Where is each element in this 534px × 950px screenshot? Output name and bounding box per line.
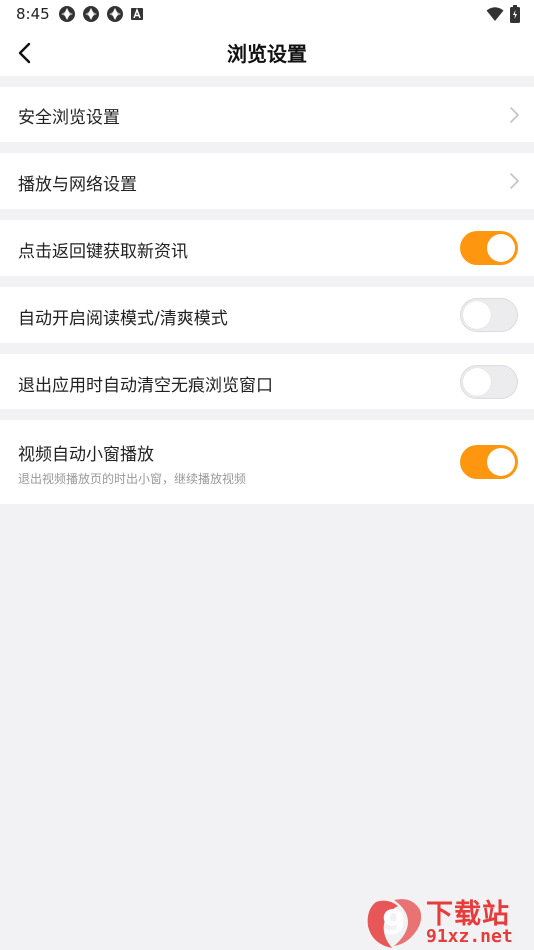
video-mini-window-label: 视频自动小窗播放 <box>18 445 154 465</box>
toggle-knob <box>487 234 515 262</box>
play-network-settings-row[interactable]: 播放与网络设置 <box>0 153 534 209</box>
back-key-news-label: 点击返回键获取新资讯 <box>18 242 188 262</box>
battery-icon <box>510 5 520 23</box>
clear-incognito-row: 退出应用时自动清空无痕浏览窗口 <box>0 354 534 409</box>
toggle-knob <box>463 368 491 396</box>
chevron-right-icon <box>510 173 519 189</box>
auto-reading-mode-label: 自动开启阅读模式/清爽模式 <box>18 309 228 329</box>
watermark-logo-icon: 9 <box>367 899 422 948</box>
chevron-right-icon <box>510 107 519 123</box>
back-key-news-row: 点击返回键获取新资讯 <box>0 220 534 276</box>
app-notification-icon <box>83 6 99 22</box>
watermark-logo: 9 下载站 91xz.net <box>364 892 534 950</box>
svg-text:9: 9 <box>382 903 406 943</box>
page-title: 浏览设置 <box>227 42 307 66</box>
toggle-knob <box>463 301 491 329</box>
clear-incognito-toggle[interactable] <box>460 365 518 399</box>
auto-reading-mode-row: 自动开启阅读模式/清爽模式 <box>0 287 534 343</box>
play-network-settings-label: 播放与网络设置 <box>18 175 137 195</box>
auto-reading-mode-toggle[interactable] <box>460 298 518 332</box>
safe-browsing-settings-row[interactable]: 安全浏览设置 <box>0 87 534 142</box>
video-mini-window-toggle[interactable] <box>460 445 518 479</box>
nav-bar: 浏览设置 <box>0 28 534 76</box>
clear-incognito-label: 退出应用时自动清空无痕浏览窗口 <box>18 376 273 396</box>
toggle-knob <box>487 448 515 476</box>
video-mini-window-row: 视频自动小窗播放 退出视频播放页的时出小窗，继续播放视频 <box>0 420 534 504</box>
status-bar: 8:45 <box>0 0 534 28</box>
app-notification-icon <box>107 6 123 22</box>
status-time: 8:45 <box>16 5 50 23</box>
status-icons-left <box>58 5 144 23</box>
a-badge-icon <box>131 7 143 20</box>
wifi-icon <box>486 7 504 21</box>
watermark-domain: 91xz.net <box>426 926 513 947</box>
back-key-news-toggle[interactable] <box>460 231 518 265</box>
app-notification-icon <box>59 6 75 22</box>
safe-browsing-settings-label: 安全浏览设置 <box>18 108 120 128</box>
video-mini-window-description: 退出视频播放页的时出小窗，继续播放视频 <box>18 472 247 486</box>
status-icons-right <box>486 5 520 23</box>
